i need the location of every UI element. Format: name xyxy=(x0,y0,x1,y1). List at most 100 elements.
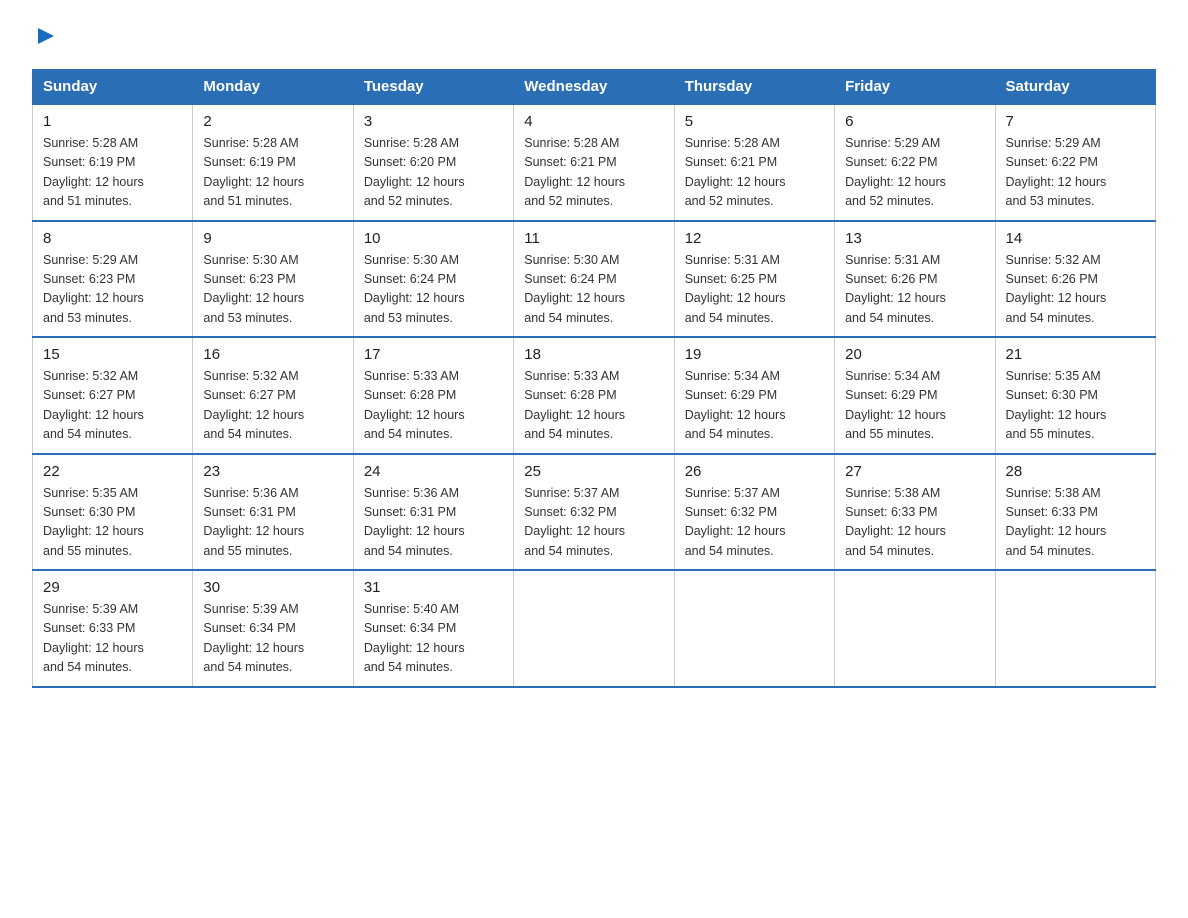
calendar-cell: 12 Sunrise: 5:31 AM Sunset: 6:25 PM Dayl… xyxy=(674,221,834,338)
calendar-header-row: SundayMondayTuesdayWednesdayThursdayFrid… xyxy=(33,70,1156,105)
day-info: Sunrise: 5:35 AM Sunset: 6:30 PM Dayligh… xyxy=(1006,367,1145,445)
calendar-cell: 31 Sunrise: 5:40 AM Sunset: 6:34 PM Dayl… xyxy=(353,570,513,687)
header-wednesday: Wednesday xyxy=(514,70,674,105)
calendar-cell: 6 Sunrise: 5:29 AM Sunset: 6:22 PM Dayli… xyxy=(835,104,995,221)
page-header xyxy=(32,24,1156,51)
day-number: 26 xyxy=(685,463,824,480)
day-number: 11 xyxy=(524,230,663,247)
day-info: Sunrise: 5:32 AM Sunset: 6:26 PM Dayligh… xyxy=(1006,251,1145,329)
calendar-cell xyxy=(514,570,674,687)
day-info: Sunrise: 5:34 AM Sunset: 6:29 PM Dayligh… xyxy=(845,367,984,445)
calendar-cell: 10 Sunrise: 5:30 AM Sunset: 6:24 PM Dayl… xyxy=(353,221,513,338)
day-number: 10 xyxy=(364,230,503,247)
calendar-cell: 8 Sunrise: 5:29 AM Sunset: 6:23 PM Dayli… xyxy=(33,221,193,338)
day-number: 1 xyxy=(43,113,182,130)
day-number: 4 xyxy=(524,113,663,130)
day-number: 13 xyxy=(845,230,984,247)
calendar-cell xyxy=(674,570,834,687)
day-info: Sunrise: 5:29 AM Sunset: 6:22 PM Dayligh… xyxy=(1006,134,1145,212)
day-number: 19 xyxy=(685,346,824,363)
day-info: Sunrise: 5:37 AM Sunset: 6:32 PM Dayligh… xyxy=(685,484,824,562)
day-number: 30 xyxy=(203,579,342,596)
day-info: Sunrise: 5:38 AM Sunset: 6:33 PM Dayligh… xyxy=(845,484,984,562)
calendar-cell: 20 Sunrise: 5:34 AM Sunset: 6:29 PM Dayl… xyxy=(835,337,995,454)
calendar-cell: 14 Sunrise: 5:32 AM Sunset: 6:26 PM Dayl… xyxy=(995,221,1155,338)
day-number: 7 xyxy=(1006,113,1145,130)
header-monday: Monday xyxy=(193,70,353,105)
day-info: Sunrise: 5:31 AM Sunset: 6:25 PM Dayligh… xyxy=(685,251,824,329)
day-info: Sunrise: 5:29 AM Sunset: 6:22 PM Dayligh… xyxy=(845,134,984,212)
calendar-cell xyxy=(995,570,1155,687)
day-number: 8 xyxy=(43,230,182,247)
calendar-cell xyxy=(835,570,995,687)
calendar-cell: 2 Sunrise: 5:28 AM Sunset: 6:19 PM Dayli… xyxy=(193,104,353,221)
day-number: 27 xyxy=(845,463,984,480)
day-number: 14 xyxy=(1006,230,1145,247)
day-info: Sunrise: 5:30 AM Sunset: 6:24 PM Dayligh… xyxy=(364,251,503,329)
header-friday: Friday xyxy=(835,70,995,105)
header-sunday: Sunday xyxy=(33,70,193,105)
day-info: Sunrise: 5:28 AM Sunset: 6:19 PM Dayligh… xyxy=(203,134,342,212)
calendar-cell: 7 Sunrise: 5:29 AM Sunset: 6:22 PM Dayli… xyxy=(995,104,1155,221)
calendar-cell: 22 Sunrise: 5:35 AM Sunset: 6:30 PM Dayl… xyxy=(33,454,193,571)
day-number: 5 xyxy=(685,113,824,130)
day-number: 15 xyxy=(43,346,182,363)
day-number: 20 xyxy=(845,346,984,363)
day-number: 6 xyxy=(845,113,984,130)
calendar-week-row: 8 Sunrise: 5:29 AM Sunset: 6:23 PM Dayli… xyxy=(33,221,1156,338)
calendar-cell: 13 Sunrise: 5:31 AM Sunset: 6:26 PM Dayl… xyxy=(835,221,995,338)
day-info: Sunrise: 5:38 AM Sunset: 6:33 PM Dayligh… xyxy=(1006,484,1145,562)
calendar-week-row: 15 Sunrise: 5:32 AM Sunset: 6:27 PM Dayl… xyxy=(33,337,1156,454)
day-info: Sunrise: 5:36 AM Sunset: 6:31 PM Dayligh… xyxy=(203,484,342,562)
calendar-cell: 25 Sunrise: 5:37 AM Sunset: 6:32 PM Dayl… xyxy=(514,454,674,571)
day-number: 9 xyxy=(203,230,342,247)
header-thursday: Thursday xyxy=(674,70,834,105)
day-number: 25 xyxy=(524,463,663,480)
calendar-cell: 29 Sunrise: 5:39 AM Sunset: 6:33 PM Dayl… xyxy=(33,570,193,687)
calendar-cell: 1 Sunrise: 5:28 AM Sunset: 6:19 PM Dayli… xyxy=(33,104,193,221)
day-info: Sunrise: 5:39 AM Sunset: 6:34 PM Dayligh… xyxy=(203,600,342,678)
day-info: Sunrise: 5:33 AM Sunset: 6:28 PM Dayligh… xyxy=(364,367,503,445)
calendar-cell: 4 Sunrise: 5:28 AM Sunset: 6:21 PM Dayli… xyxy=(514,104,674,221)
day-info: Sunrise: 5:36 AM Sunset: 6:31 PM Dayligh… xyxy=(364,484,503,562)
calendar-cell: 15 Sunrise: 5:32 AM Sunset: 6:27 PM Dayl… xyxy=(33,337,193,454)
calendar-cell: 26 Sunrise: 5:37 AM Sunset: 6:32 PM Dayl… xyxy=(674,454,834,571)
calendar-cell: 11 Sunrise: 5:30 AM Sunset: 6:24 PM Dayl… xyxy=(514,221,674,338)
day-number: 31 xyxy=(364,579,503,596)
day-info: Sunrise: 5:30 AM Sunset: 6:23 PM Dayligh… xyxy=(203,251,342,329)
day-number: 24 xyxy=(364,463,503,480)
calendar-cell: 18 Sunrise: 5:33 AM Sunset: 6:28 PM Dayl… xyxy=(514,337,674,454)
calendar-table: SundayMondayTuesdayWednesdayThursdayFrid… xyxy=(32,69,1156,688)
calendar-cell: 30 Sunrise: 5:39 AM Sunset: 6:34 PM Dayl… xyxy=(193,570,353,687)
header-saturday: Saturday xyxy=(995,70,1155,105)
header-tuesday: Tuesday xyxy=(353,70,513,105)
day-number: 18 xyxy=(524,346,663,363)
day-number: 29 xyxy=(43,579,182,596)
day-number: 3 xyxy=(364,113,503,130)
day-number: 16 xyxy=(203,346,342,363)
calendar-cell: 3 Sunrise: 5:28 AM Sunset: 6:20 PM Dayli… xyxy=(353,104,513,221)
calendar-cell: 28 Sunrise: 5:38 AM Sunset: 6:33 PM Dayl… xyxy=(995,454,1155,571)
day-info: Sunrise: 5:28 AM Sunset: 6:21 PM Dayligh… xyxy=(524,134,663,212)
day-number: 28 xyxy=(1006,463,1145,480)
day-info: Sunrise: 5:29 AM Sunset: 6:23 PM Dayligh… xyxy=(43,251,182,329)
day-info: Sunrise: 5:39 AM Sunset: 6:33 PM Dayligh… xyxy=(43,600,182,678)
day-number: 23 xyxy=(203,463,342,480)
calendar-week-row: 22 Sunrise: 5:35 AM Sunset: 6:30 PM Dayl… xyxy=(33,454,1156,571)
day-number: 17 xyxy=(364,346,503,363)
day-number: 12 xyxy=(685,230,824,247)
calendar-cell: 5 Sunrise: 5:28 AM Sunset: 6:21 PM Dayli… xyxy=(674,104,834,221)
calendar-week-row: 1 Sunrise: 5:28 AM Sunset: 6:19 PM Dayli… xyxy=(33,104,1156,221)
calendar-cell: 24 Sunrise: 5:36 AM Sunset: 6:31 PM Dayl… xyxy=(353,454,513,571)
calendar-cell: 21 Sunrise: 5:35 AM Sunset: 6:30 PM Dayl… xyxy=(995,337,1155,454)
day-info: Sunrise: 5:28 AM Sunset: 6:19 PM Dayligh… xyxy=(43,134,182,212)
day-number: 21 xyxy=(1006,346,1145,363)
day-info: Sunrise: 5:34 AM Sunset: 6:29 PM Dayligh… xyxy=(685,367,824,445)
calendar-cell: 16 Sunrise: 5:32 AM Sunset: 6:27 PM Dayl… xyxy=(193,337,353,454)
logo xyxy=(32,24,56,51)
day-info: Sunrise: 5:28 AM Sunset: 6:21 PM Dayligh… xyxy=(685,134,824,212)
day-info: Sunrise: 5:33 AM Sunset: 6:28 PM Dayligh… xyxy=(524,367,663,445)
day-info: Sunrise: 5:30 AM Sunset: 6:24 PM Dayligh… xyxy=(524,251,663,329)
calendar-cell: 17 Sunrise: 5:33 AM Sunset: 6:28 PM Dayl… xyxy=(353,337,513,454)
calendar-week-row: 29 Sunrise: 5:39 AM Sunset: 6:33 PM Dayl… xyxy=(33,570,1156,687)
